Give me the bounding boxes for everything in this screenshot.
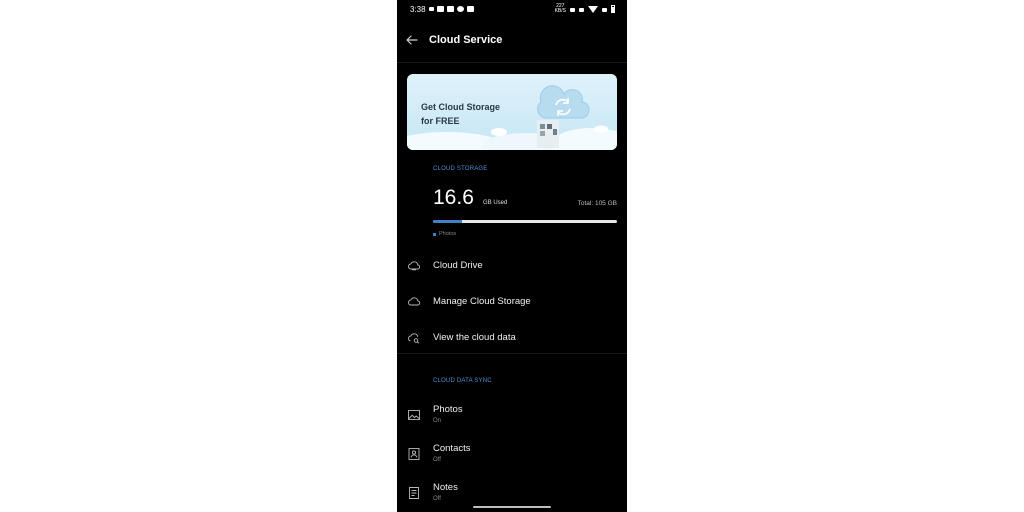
- youtube-icon: [447, 6, 454, 12]
- notification-icons: [429, 6, 474, 12]
- cloud-icon: [408, 297, 421, 306]
- signal-icon: [602, 7, 607, 12]
- free-storage-banner[interactable]: Get Cloud Storage for FREE: [407, 74, 617, 150]
- arrow-left-icon: [406, 35, 418, 45]
- status-bar: 3:38 227 KB/S: [397, 0, 627, 18]
- notes-sync-label: Notes: [433, 482, 458, 493]
- cloud-data-sync-section-label: CLOUD DATA SYNC: [433, 378, 492, 384]
- photos-sync-status: On: [433, 418, 442, 424]
- home-indicator[interactable]: [473, 506, 551, 508]
- view-cloud-data-row[interactable]: View the cloud data: [397, 323, 627, 353]
- photos-legend-swatch: [433, 232, 436, 236]
- contacts-sync-label: Contacts: [433, 443, 471, 454]
- cloud-drive-row[interactable]: Cloud Drive: [397, 251, 627, 281]
- storage-total: Total: 105 GB: [577, 200, 617, 207]
- app-header: Cloud Service: [397, 26, 627, 56]
- network-speed: 227 KB/S: [554, 3, 566, 14]
- vibrate-icon: [579, 7, 584, 12]
- notes-sync-status: Off: [433, 496, 441, 502]
- cloud-drive-icon: [408, 261, 421, 271]
- back-button[interactable]: [403, 31, 421, 49]
- cloud-drive-label: Cloud Drive: [433, 260, 483, 271]
- storage-used-unit: GB Used: [483, 200, 508, 206]
- battery-icon: [611, 5, 615, 13]
- cast-icon: [429, 7, 434, 11]
- header-divider: [397, 62, 627, 63]
- alarm-icon: [570, 7, 575, 12]
- page-title: Cloud Service: [429, 34, 503, 46]
- photos-sync-label: Photos: [433, 404, 463, 415]
- section-divider: [397, 353, 627, 354]
- app-notification-icon: [457, 6, 464, 12]
- storage-legend: Photos: [433, 231, 456, 237]
- status-right-icons: 227 KB/S: [555, 4, 615, 14]
- youtube-icon: [437, 6, 444, 12]
- square-notification-icon: [467, 6, 474, 12]
- phone-screen: 3:38 227 KB/S Cloud Service Get Cloud St…: [397, 0, 627, 512]
- cloud-storage-section-label: CLOUD STORAGE: [433, 166, 488, 172]
- image-icon: [408, 410, 420, 420]
- storage-usage-fill: [433, 220, 463, 223]
- storage-usage-bar: [433, 220, 617, 223]
- manage-cloud-storage-row[interactable]: Manage Cloud Storage: [397, 287, 627, 317]
- note-icon: [409, 487, 419, 499]
- wifi-icon: [588, 5, 598, 13]
- manage-cloud-storage-label: Manage Cloud Storage: [433, 296, 531, 307]
- storage-used-value: 16.6: [433, 186, 474, 209]
- view-cloud-data-label: View the cloud data: [433, 332, 516, 343]
- contacts-sync-row[interactable]: Contacts Off: [397, 439, 627, 473]
- contact-icon: [408, 448, 420, 460]
- photos-sync-row[interactable]: Photos On: [397, 400, 627, 434]
- contacts-sync-status: Off: [433, 457, 441, 463]
- banner-title: Get Cloud Storage for FREE: [421, 102, 501, 126]
- cloud-search-icon: [408, 333, 420, 344]
- status-time: 3:38: [410, 5, 426, 14]
- photos-legend-label: Photos: [439, 231, 457, 237]
